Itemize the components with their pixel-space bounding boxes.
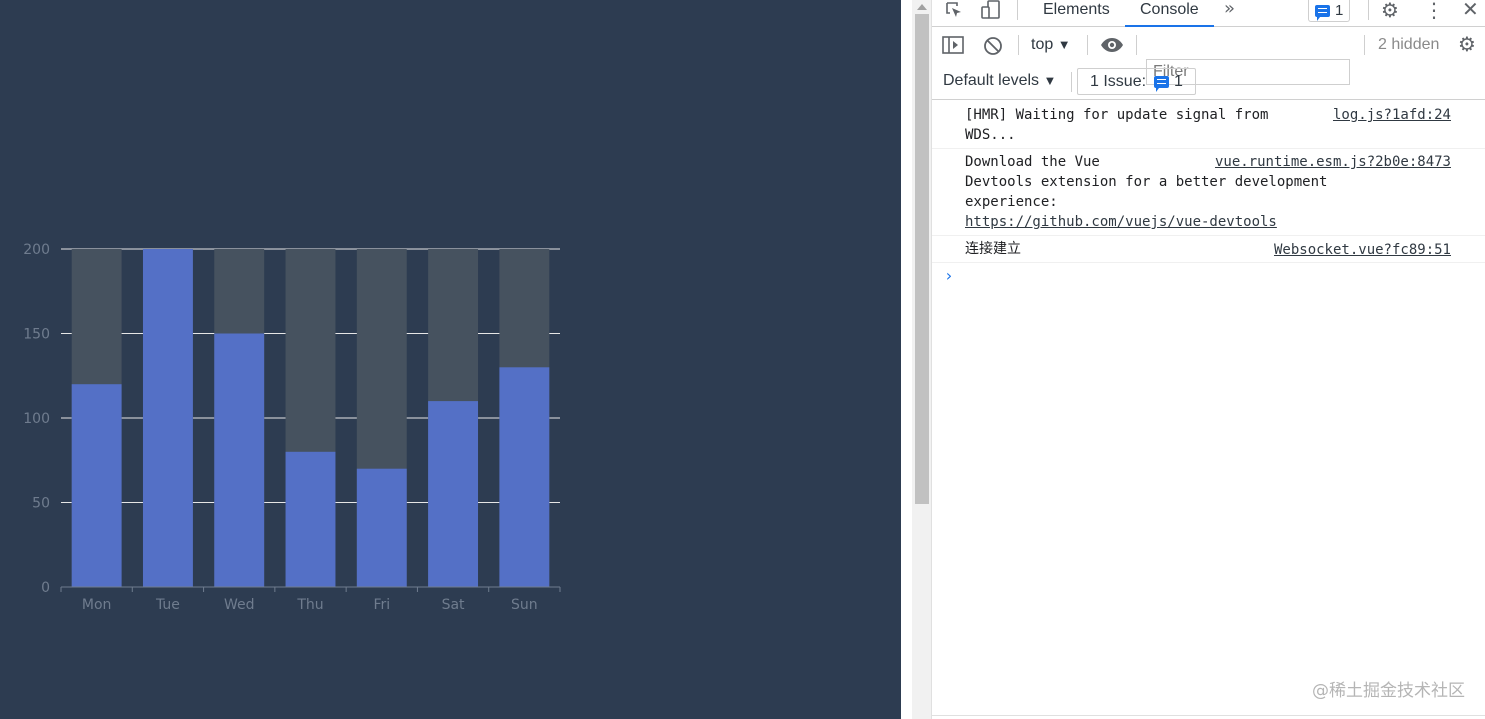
bar[interactable] bbox=[285, 451, 336, 587]
bottom-border bbox=[932, 715, 1485, 716]
console-message-text: [HMR] Waiting for update signal from WDS… bbox=[965, 107, 1269, 143]
more-tabs-icon[interactable]: » bbox=[1224, 0, 1235, 19]
chevron-down-icon: ▼ bbox=[1043, 73, 1057, 88]
close-icon[interactable]: ✕ bbox=[1462, 0, 1479, 21]
x-tick-label: Sun bbox=[511, 597, 538, 613]
inspect-icon[interactable] bbox=[944, 0, 964, 20]
bar-chart: 0 50 100 150 200 Mon Tue Wed Thu Fri Sat Sun bbox=[23, 242, 561, 613]
y-tick-label: 0 bbox=[41, 580, 50, 596]
issues-button-label: 1 Issue: bbox=[1090, 72, 1147, 90]
console-message-source[interactable]: log.js?1afd:24 bbox=[1333, 105, 1451, 125]
x-tick-label: Wed bbox=[224, 597, 255, 613]
scroll-up-arrow-icon[interactable] bbox=[917, 4, 927, 10]
log-levels-dropdown[interactable]: Default levels ▼ bbox=[943, 72, 1056, 90]
chevron-down-icon: ▼ bbox=[1057, 37, 1071, 52]
clear-console-icon[interactable] bbox=[983, 36, 1003, 56]
toolbar-separator-3 bbox=[1136, 35, 1137, 55]
page-viewport: 0 50 100 150 200 Mon Tue Wed Thu Fri Sat Sun bbox=[0, 0, 901, 719]
issues-button-count: 1 bbox=[1174, 72, 1183, 90]
toolbar-separator-4 bbox=[1364, 35, 1365, 55]
y-tick-label: 50 bbox=[32, 496, 50, 512]
x-tick-label: Fri bbox=[373, 597, 390, 613]
issues-button[interactable]: 1 Issue: 1 bbox=[1077, 68, 1196, 95]
console-toolbar-levels: Default levels ▼ 1 Issue: 1 bbox=[932, 64, 1485, 100]
context-selector-label: top bbox=[1031, 36, 1054, 53]
bar[interactable] bbox=[142, 249, 193, 587]
sidebar-toggle-icon[interactable] bbox=[942, 36, 964, 54]
devtools-panel: Elements Console » 1 ⚙ ⋮ ✕ top ▼ 2 hidde… bbox=[932, 0, 1485, 719]
scrollbar-thumb[interactable] bbox=[915, 14, 929, 504]
bar[interactable] bbox=[71, 384, 122, 587]
console-toolbar: top ▼ 2 hidden ⚙ bbox=[932, 27, 1485, 85]
panel-splitter[interactable] bbox=[901, 0, 912, 719]
bar[interactable] bbox=[356, 468, 407, 587]
console-message: [HMR] Waiting for update signal from WDS… bbox=[932, 100, 1485, 149]
log-levels-label: Default levels bbox=[943, 72, 1040, 89]
watermark: @稀土掘金技术社区 bbox=[1312, 681, 1465, 701]
console-message-source[interactable]: vue.runtime.esm.js?2b0e:8473 bbox=[1215, 152, 1451, 172]
bar[interactable] bbox=[214, 333, 265, 588]
message-icon bbox=[1315, 4, 1330, 21]
toolbar-separator-2 bbox=[1087, 35, 1088, 55]
y-tick-label: 100 bbox=[23, 411, 50, 427]
y-tick-label: 150 bbox=[23, 327, 50, 343]
x-tick-label: Thu bbox=[296, 597, 323, 613]
console-message-link[interactable]: https://github.com/vuejs/vue-devtools bbox=[965, 212, 1277, 232]
devtools-tabbar: Elements Console » 1 ⚙ ⋮ ✕ bbox=[932, 0, 1485, 27]
context-selector[interactable]: top ▼ bbox=[1031, 36, 1071, 54]
issues-badge[interactable]: 1 bbox=[1308, 0, 1351, 22]
settings-icon[interactable]: ⚙ bbox=[1381, 0, 1399, 22]
toolbar-separator bbox=[1018, 35, 1019, 55]
tabbar-separator bbox=[1017, 0, 1018, 20]
y-tick-label: 200 bbox=[23, 242, 50, 258]
devtools-resize-scrollbar[interactable] bbox=[912, 0, 932, 719]
hidden-count: 2 hidden bbox=[1378, 36, 1440, 53]
issues-badge-count: 1 bbox=[1335, 2, 1344, 19]
console-prompt[interactable]: › bbox=[944, 266, 954, 285]
message-icon bbox=[1154, 75, 1170, 92]
device-toggle-icon[interactable] bbox=[980, 0, 1002, 20]
console-message-text: 连接建立 bbox=[965, 241, 1021, 257]
console-message: Download the Vue Devtools extension for … bbox=[932, 149, 1485, 236]
tab-console[interactable]: Console bbox=[1125, 0, 1214, 27]
console-settings-icon[interactable]: ⚙ bbox=[1458, 32, 1476, 56]
toolbar-separator-5 bbox=[1071, 72, 1072, 92]
console-message-source[interactable]: Websocket.vue?fc89:51 bbox=[1274, 240, 1451, 260]
console-message: 连接建立 Websocket.vue?fc89:51 bbox=[932, 236, 1485, 263]
eye-icon[interactable] bbox=[1100, 36, 1124, 54]
x-tick-label: Sat bbox=[442, 597, 465, 613]
x-tick-label: Tue bbox=[155, 597, 180, 613]
bar[interactable] bbox=[499, 367, 550, 587]
bar[interactable] bbox=[428, 401, 479, 587]
kebab-menu-icon[interactable]: ⋮ bbox=[1424, 0, 1444, 22]
tab-elements[interactable]: Elements bbox=[1043, 0, 1110, 27]
x-tick-label: Mon bbox=[82, 597, 112, 613]
tabbar-separator-2 bbox=[1368, 0, 1369, 20]
